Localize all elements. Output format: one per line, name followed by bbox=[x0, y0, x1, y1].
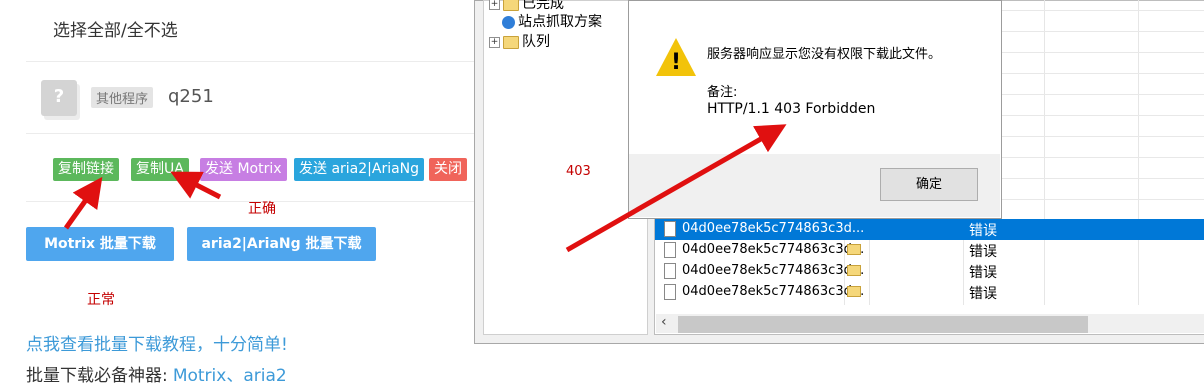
arrow-to-forbidden bbox=[565, 124, 787, 253]
arrow-to-copy-ua bbox=[170, 171, 222, 200]
annotation-arrows bbox=[63, 124, 787, 253]
arrow-to-copy-link bbox=[63, 176, 103, 230]
